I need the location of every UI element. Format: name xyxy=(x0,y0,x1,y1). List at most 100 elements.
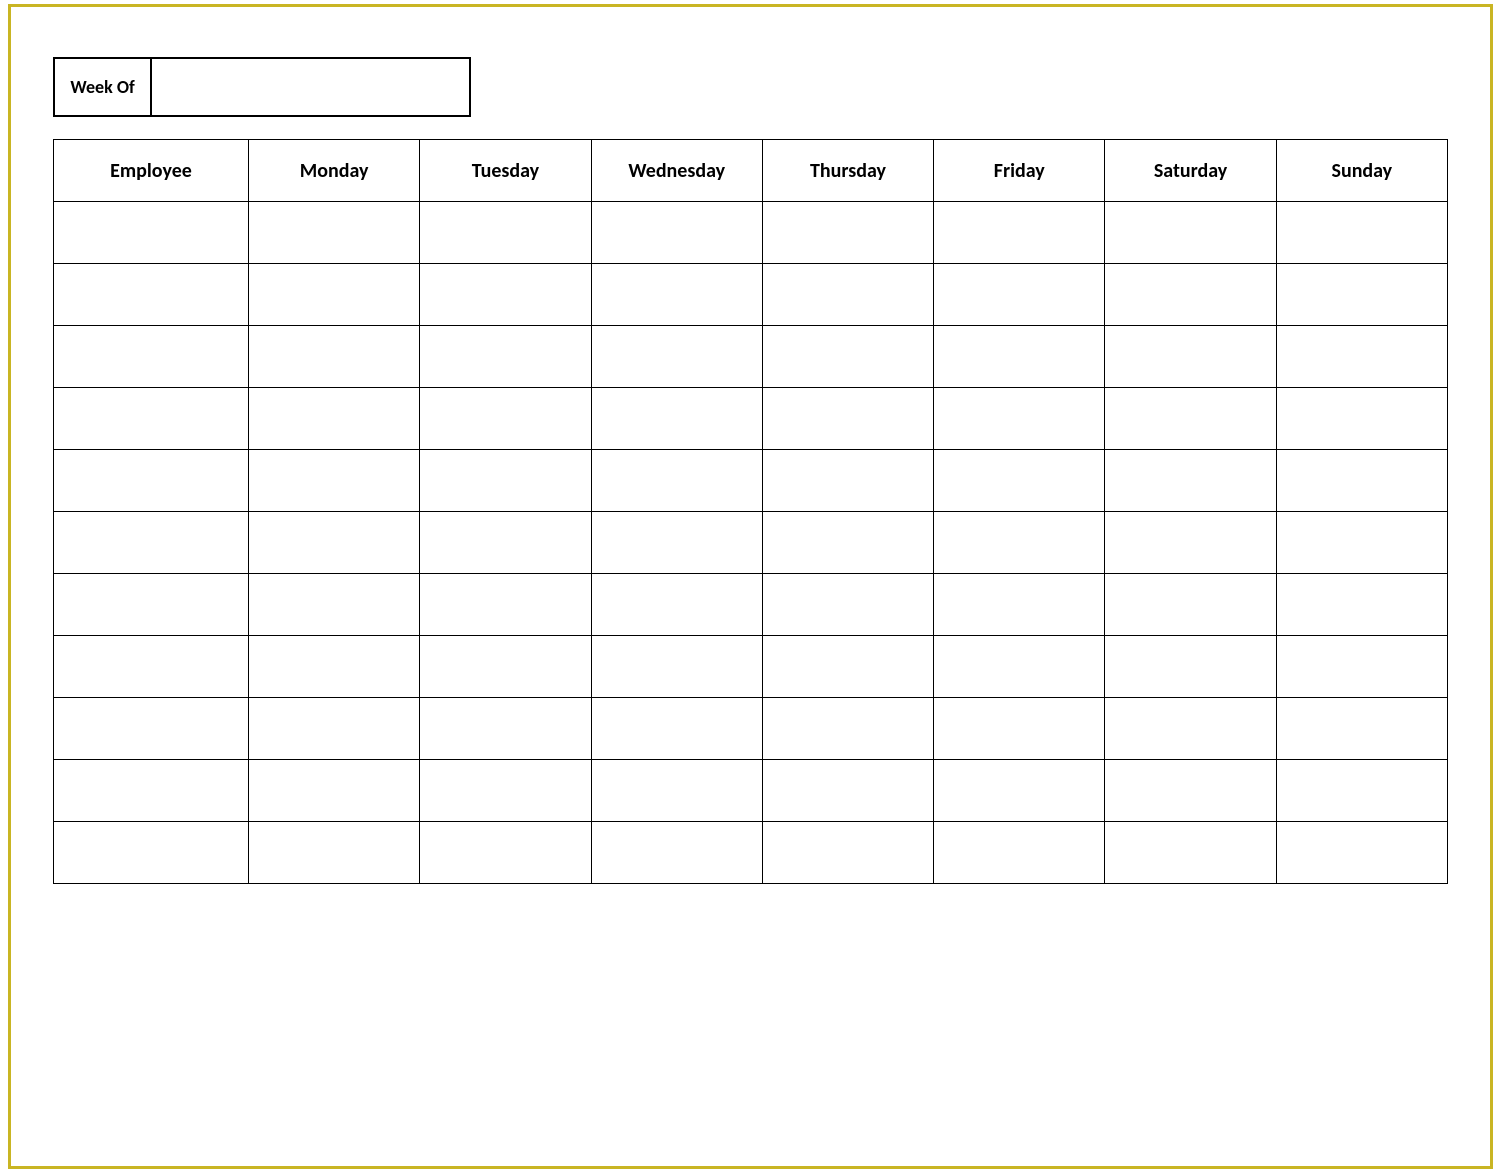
cell-sunday[interactable] xyxy=(1276,512,1447,574)
cell-sunday[interactable] xyxy=(1276,264,1447,326)
cell-saturday[interactable] xyxy=(1105,822,1276,884)
cell-saturday[interactable] xyxy=(1105,698,1276,760)
cell-saturday[interactable] xyxy=(1105,450,1276,512)
cell-friday[interactable] xyxy=(934,760,1105,822)
cell-monday[interactable] xyxy=(249,760,420,822)
cell-employee[interactable] xyxy=(54,574,249,636)
cell-wednesday[interactable] xyxy=(591,326,762,388)
cell-monday[interactable] xyxy=(249,202,420,264)
cell-wednesday[interactable] xyxy=(591,636,762,698)
cell-thursday[interactable] xyxy=(762,822,933,884)
cell-wednesday[interactable] xyxy=(591,202,762,264)
cell-saturday[interactable] xyxy=(1105,264,1276,326)
table-row xyxy=(54,512,1448,574)
col-header-wednesday: Wednesday xyxy=(591,140,762,202)
cell-tuesday[interactable] xyxy=(420,574,591,636)
cell-employee[interactable] xyxy=(54,760,249,822)
cell-tuesday[interactable] xyxy=(420,636,591,698)
cell-monday[interactable] xyxy=(249,450,420,512)
cell-tuesday[interactable] xyxy=(420,760,591,822)
cell-sunday[interactable] xyxy=(1276,450,1447,512)
cell-thursday[interactable] xyxy=(762,202,933,264)
cell-monday[interactable] xyxy=(249,512,420,574)
cell-tuesday[interactable] xyxy=(420,388,591,450)
cell-friday[interactable] xyxy=(934,450,1105,512)
cell-thursday[interactable] xyxy=(762,326,933,388)
cell-monday[interactable] xyxy=(249,264,420,326)
col-header-tuesday: Tuesday xyxy=(420,140,591,202)
cell-tuesday[interactable] xyxy=(420,512,591,574)
cell-saturday[interactable] xyxy=(1105,636,1276,698)
cell-monday[interactable] xyxy=(249,698,420,760)
cell-thursday[interactable] xyxy=(762,698,933,760)
cell-friday[interactable] xyxy=(934,264,1105,326)
cell-wednesday[interactable] xyxy=(591,574,762,636)
cell-tuesday[interactable] xyxy=(420,264,591,326)
cell-employee[interactable] xyxy=(54,388,249,450)
cell-friday[interactable] xyxy=(934,698,1105,760)
cell-thursday[interactable] xyxy=(762,450,933,512)
cell-employee[interactable] xyxy=(54,636,249,698)
cell-tuesday[interactable] xyxy=(420,450,591,512)
cell-friday[interactable] xyxy=(934,636,1105,698)
cell-saturday[interactable] xyxy=(1105,512,1276,574)
cell-thursday[interactable] xyxy=(762,636,933,698)
cell-monday[interactable] xyxy=(249,388,420,450)
week-of-value[interactable] xyxy=(152,59,469,115)
cell-employee[interactable] xyxy=(54,264,249,326)
cell-wednesday[interactable] xyxy=(591,698,762,760)
cell-friday[interactable] xyxy=(934,388,1105,450)
cell-monday[interactable] xyxy=(249,574,420,636)
cell-monday[interactable] xyxy=(249,326,420,388)
cell-employee[interactable] xyxy=(54,326,249,388)
cell-wednesday[interactable] xyxy=(591,822,762,884)
cell-saturday[interactable] xyxy=(1105,388,1276,450)
cell-wednesday[interactable] xyxy=(591,450,762,512)
cell-monday[interactable] xyxy=(249,822,420,884)
cell-sunday[interactable] xyxy=(1276,326,1447,388)
cell-sunday[interactable] xyxy=(1276,202,1447,264)
cell-saturday[interactable] xyxy=(1105,760,1276,822)
header-row: Employee Monday Tuesday Wednesday Thursd… xyxy=(54,140,1448,202)
cell-sunday[interactable] xyxy=(1276,574,1447,636)
cell-employee[interactable] xyxy=(54,202,249,264)
cell-tuesday[interactable] xyxy=(420,326,591,388)
cell-thursday[interactable] xyxy=(762,760,933,822)
cell-saturday[interactable] xyxy=(1105,574,1276,636)
cell-wednesday[interactable] xyxy=(591,512,762,574)
cell-wednesday[interactable] xyxy=(591,760,762,822)
cell-sunday[interactable] xyxy=(1276,636,1447,698)
week-of-label: Week Of xyxy=(55,59,152,115)
cell-wednesday[interactable] xyxy=(591,388,762,450)
cell-monday[interactable] xyxy=(249,636,420,698)
cell-thursday[interactable] xyxy=(762,388,933,450)
col-header-friday: Friday xyxy=(934,140,1105,202)
table-row xyxy=(54,264,1448,326)
cell-saturday[interactable] xyxy=(1105,326,1276,388)
cell-tuesday[interactable] xyxy=(420,202,591,264)
cell-friday[interactable] xyxy=(934,326,1105,388)
cell-friday[interactable] xyxy=(934,574,1105,636)
cell-saturday[interactable] xyxy=(1105,202,1276,264)
col-header-employee: Employee xyxy=(54,140,249,202)
col-header-saturday: Saturday xyxy=(1105,140,1276,202)
cell-tuesday[interactable] xyxy=(420,822,591,884)
cell-employee[interactable] xyxy=(54,450,249,512)
cell-employee[interactable] xyxy=(54,512,249,574)
cell-thursday[interactable] xyxy=(762,264,933,326)
cell-friday[interactable] xyxy=(934,822,1105,884)
cell-sunday[interactable] xyxy=(1276,388,1447,450)
cell-tuesday[interactable] xyxy=(420,698,591,760)
cell-thursday[interactable] xyxy=(762,512,933,574)
cell-employee[interactable] xyxy=(54,822,249,884)
cell-sunday[interactable] xyxy=(1276,698,1447,760)
table-row xyxy=(54,760,1448,822)
cell-sunday[interactable] xyxy=(1276,760,1447,822)
cell-thursday[interactable] xyxy=(762,574,933,636)
cell-sunday[interactable] xyxy=(1276,822,1447,884)
cell-friday[interactable] xyxy=(934,512,1105,574)
cell-wednesday[interactable] xyxy=(591,264,762,326)
cell-friday[interactable] xyxy=(934,202,1105,264)
cell-employee[interactable] xyxy=(54,698,249,760)
col-header-monday: Monday xyxy=(249,140,420,202)
